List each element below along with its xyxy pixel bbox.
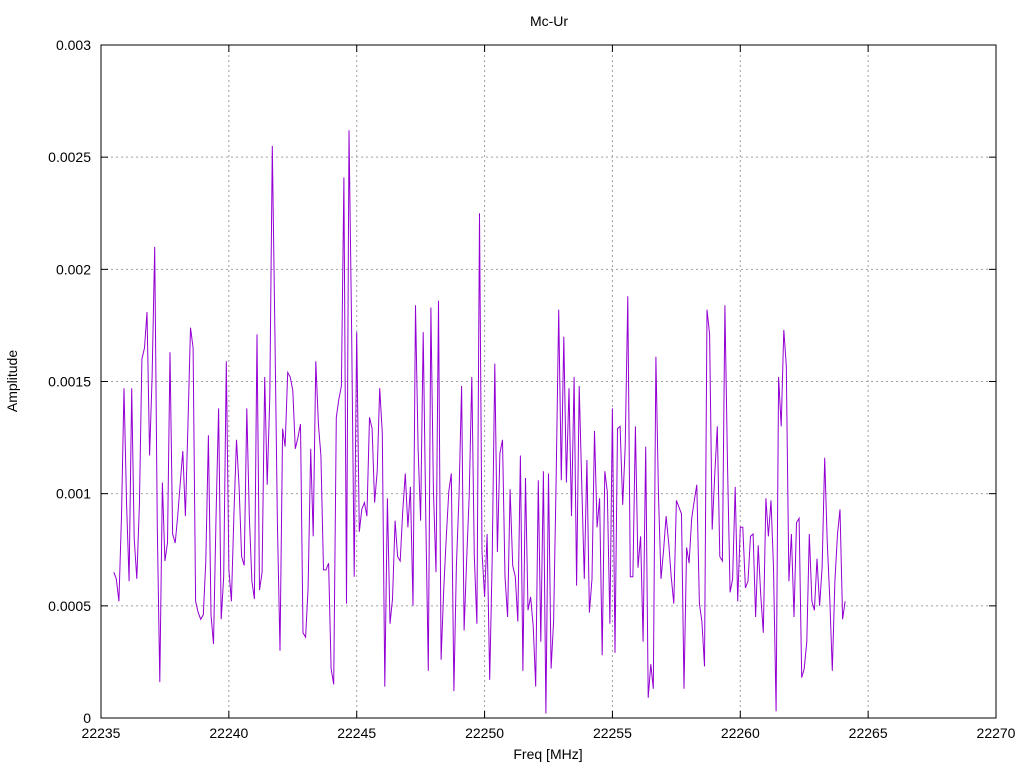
x-tick-label: 22240: [209, 725, 248, 741]
x-tick-label: 22250: [465, 725, 504, 741]
x-axis-label: Freq [MHz]: [513, 746, 582, 762]
y-tick-label: 0.002: [56, 261, 91, 277]
x-tick-label: 22235: [82, 725, 121, 741]
y-tick-labels: 0 0.0005 0.001 0.0015 0.002 0.0025 0.003: [48, 37, 91, 726]
x-tick-label: 22270: [977, 725, 1016, 741]
series-line: [113, 130, 846, 714]
x-tick-labels: 22235 22240 22245 22250 22255 22260 22265 22270: [82, 725, 1016, 741]
x-tick-label: 22255: [593, 725, 632, 741]
chart-svg: Mc-Ur 22235 22240 22245 22250 22255 22260 2226…: [4, 13, 1016, 762]
y-axis-label: Amplitude: [4, 350, 20, 412]
grid-lines: [101, 45, 996, 718]
y-tick-label: 0.0005: [48, 598, 91, 614]
series-group: [113, 130, 846, 714]
chart-title: Mc-Ur: [530, 13, 568, 29]
y-tick-label: 0.001: [56, 486, 91, 502]
x-tick-label: 22265: [849, 725, 888, 741]
y-tick-label: 0: [83, 710, 91, 726]
x-tick-label: 22260: [721, 725, 760, 741]
y-tick-label: 0.0015: [48, 374, 91, 390]
x-tick-label: 22245: [337, 725, 376, 741]
y-tick-label: 0.0025: [48, 149, 91, 165]
y-tick-label: 0.003: [56, 37, 91, 53]
